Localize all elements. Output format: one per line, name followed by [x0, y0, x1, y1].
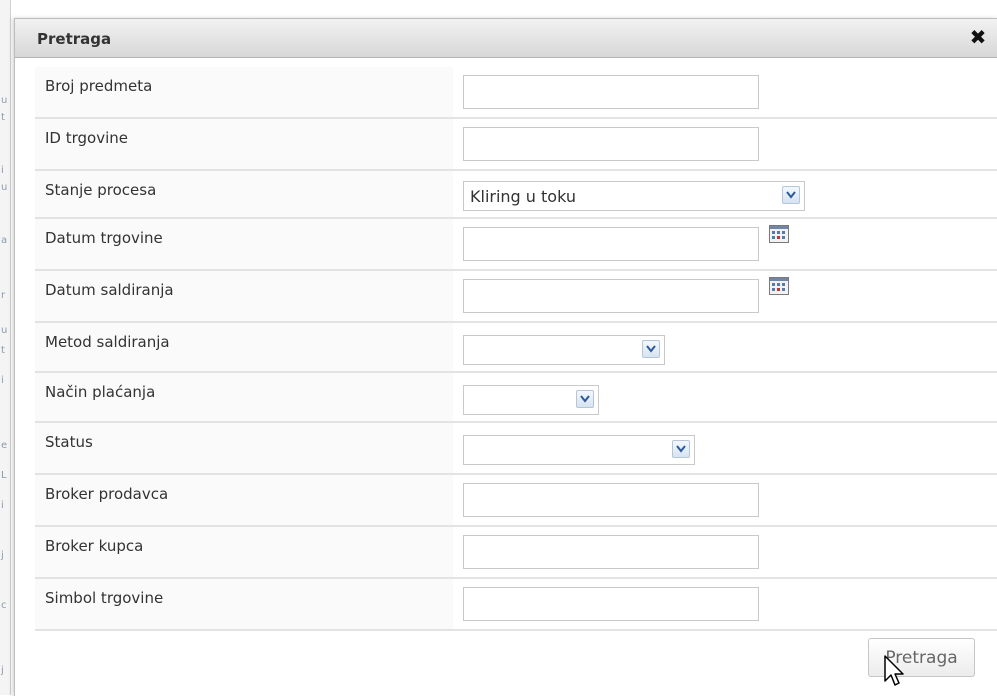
label-cell: Broker prodavca — [35, 475, 453, 525]
form-row-datum-trgovine: Datum trgovine — [35, 219, 997, 271]
stanje-procesa-selected-value: Kliring u toku — [470, 187, 576, 206]
form-row-broker-kupca: Broker kupca — [35, 527, 997, 579]
label-cell: Broj predmeta — [35, 67, 453, 117]
background-text-fragment: e — [1, 440, 8, 451]
label-cell: Metod saldiranja — [35, 323, 453, 371]
label-cell: Način plaćanja — [35, 373, 453, 421]
background-text-fragment: L — [1, 470, 7, 481]
label-cell: Simbol trgovine — [35, 579, 453, 629]
label-cell: Datum saldiranja — [35, 271, 453, 321]
form-row-metod-saldiranja: Metod saldiranja — [35, 323, 997, 373]
background-text-fragment: t — [1, 345, 5, 356]
background-text-fragment: i — [1, 165, 4, 176]
chevron-down-icon[interactable] — [576, 390, 594, 408]
form-row-broker-prodavca: Broker prodavca — [35, 475, 997, 527]
background-window-edge: u t i u a r u t i e L i j c j — [0, 0, 11, 695]
form-row-nacin-placanja: Način plaćanja — [35, 373, 997, 423]
broker-kupca-input[interactable] — [463, 535, 759, 569]
background-text-fragment: r — [1, 290, 6, 301]
field-label-status: Status — [45, 433, 93, 451]
label-cell: Datum trgovine — [35, 219, 453, 269]
field-label-id-trgovine: ID trgovine — [45, 129, 129, 147]
broker-prodavca-input[interactable] — [463, 483, 759, 517]
background-text-fragment: a — [1, 235, 8, 246]
chevron-down-icon[interactable] — [782, 186, 800, 204]
label-cell: Stanje procesa — [35, 171, 453, 217]
field-label-metod-saldiranja: Metod saldiranja — [45, 333, 170, 351]
background-text-fragment: i — [1, 500, 4, 511]
simbol-trgovine-input[interactable] — [463, 587, 759, 621]
form-row-status: Status — [35, 423, 997, 475]
field-label-broker-kupca: Broker kupca — [45, 537, 144, 555]
datum-trgovine-input[interactable] — [463, 227, 759, 261]
mouse-cursor-icon — [884, 655, 904, 686]
metod-saldiranja-select[interactable] — [463, 335, 665, 365]
field-label-simbol-trgovine: Simbol trgovine — [45, 589, 164, 607]
background-text-fragment: u — [1, 182, 8, 193]
field-label-stanje-procesa: Stanje procesa — [45, 181, 157, 199]
form-row-id-trgovine: ID trgovine — [35, 119, 997, 171]
background-text-fragment: t — [1, 112, 5, 123]
field-label-datum-trgovine: Datum trgovine — [45, 229, 163, 247]
background-text-fragment: u — [1, 325, 8, 336]
label-cell: ID trgovine — [35, 119, 453, 169]
datum-saldiranja-input[interactable] — [463, 279, 759, 313]
broj-predmeta-input[interactable] — [463, 75, 759, 109]
status-select[interactable] — [463, 435, 695, 465]
id-trgovine-input[interactable] — [463, 127, 759, 161]
label-cell: Broker kupca — [35, 527, 453, 577]
form-row-simbol-trgovine: Simbol trgovine — [35, 579, 997, 631]
chevron-down-icon[interactable] — [672, 440, 690, 458]
calendar-icon[interactable] — [769, 277, 789, 295]
dialog-title: Pretraga — [37, 30, 112, 48]
search-form: Broj predmeta ID trgovine Stanje procesa… — [35, 67, 997, 631]
stanje-procesa-select[interactable]: Kliring u toku — [463, 181, 805, 211]
nacin-placanja-select[interactable] — [463, 385, 599, 415]
field-label-broj-predmeta: Broj predmeta — [45, 77, 153, 95]
background-text-fragment: c — [1, 600, 7, 611]
background-text-fragment: j — [1, 550, 4, 561]
field-label-nacin-placanja: Način plaćanja — [45, 383, 156, 401]
calendar-icon[interactable] — [769, 225, 789, 243]
form-row-stanje-procesa: Stanje procesa Kliring u toku — [35, 171, 997, 219]
background-text-fragment: u — [1, 95, 8, 106]
dialog-titlebar[interactable]: Pretraga ✖ — [15, 19, 997, 58]
field-label-broker-prodavca: Broker prodavca — [45, 485, 169, 503]
background-text-fragment: j — [1, 665, 4, 676]
chevron-down-icon[interactable] — [642, 340, 660, 358]
close-icon[interactable]: ✖ — [968, 26, 988, 48]
search-dialog: Pretraga ✖ Broj predmeta ID trgovine Sta… — [14, 18, 997, 696]
form-row-broj-predmeta: Broj predmeta — [35, 67, 997, 119]
background-text-fragment: i — [1, 375, 4, 386]
label-cell: Status — [35, 423, 453, 473]
field-label-datum-saldiranja: Datum saldiranja — [45, 281, 174, 299]
form-row-datum-saldiranja: Datum saldiranja — [35, 271, 997, 323]
